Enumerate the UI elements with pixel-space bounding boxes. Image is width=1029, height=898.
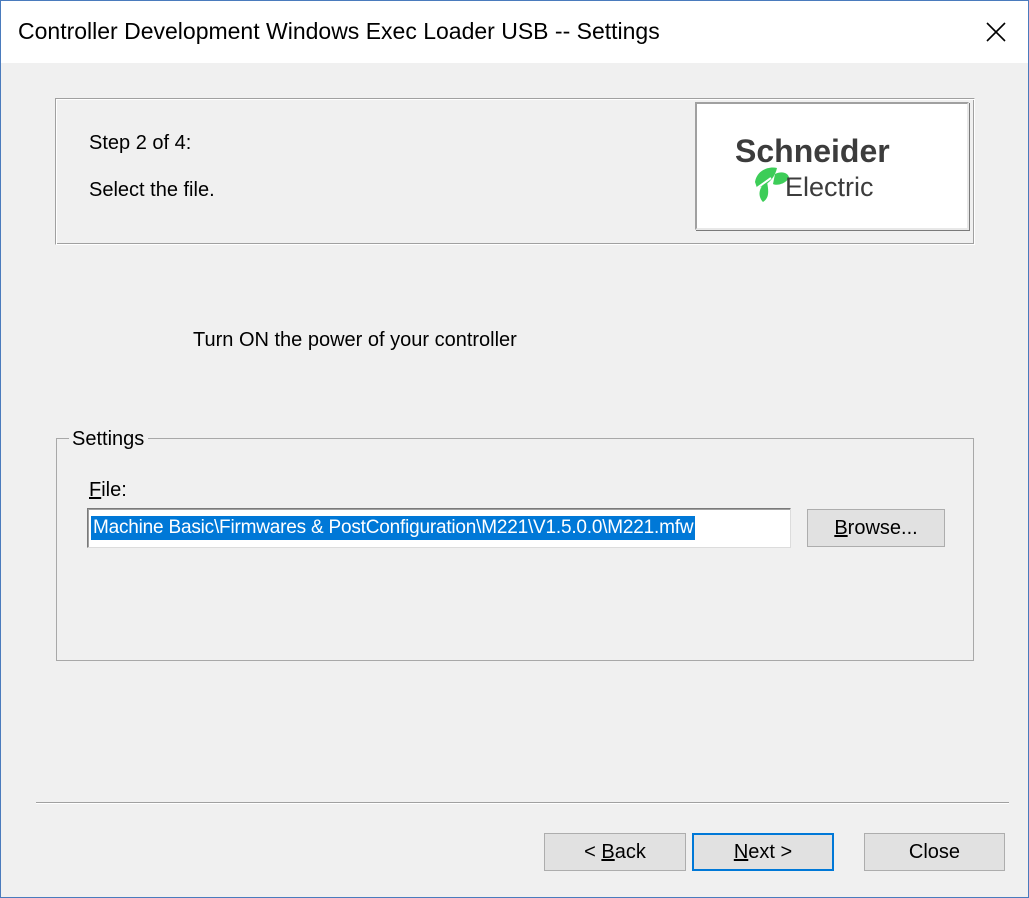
settings-dialog: Controller Development Windows Exec Load… <box>0 0 1029 898</box>
next-button[interactable]: Next > <box>692 833 834 871</box>
logo-brand-line1: Schneider <box>735 133 890 169</box>
leaf-icon <box>755 167 789 202</box>
file-path-input[interactable]: Machine Basic\Firmwares & PostConfigurat… <box>87 508 791 548</box>
settings-groupbox <box>56 438 974 661</box>
file-path-value: Machine Basic\Firmwares & PostConfigurat… <box>91 516 696 540</box>
step-indicator: Step 2 of 4: <box>89 132 192 154</box>
close-button[interactable]: Close <box>864 833 1005 871</box>
back-button[interactable]: < Back <box>544 833 686 871</box>
step-description: Select the file. <box>89 179 215 201</box>
window-title: Controller Development Windows Exec Load… <box>18 18 660 44</box>
settings-group-label: Settings <box>69 428 149 451</box>
logo-brand-line2: Electric <box>785 172 874 202</box>
file-label: File: <box>89 479 127 501</box>
close-icon[interactable] <box>966 1 1026 63</box>
power-instruction: Turn ON the power of your controller <box>193 329 517 351</box>
footer-separator <box>36 802 1009 804</box>
browse-button[interactable]: Browse... <box>807 509 945 547</box>
schneider-electric-logo: Schneider Electric <box>695 102 969 230</box>
wizard-header-panel: Step 2 of 4: Select the file. Schneider … <box>55 98 975 245</box>
title-bar: Controller Development Windows Exec Load… <box>1 1 1028 63</box>
